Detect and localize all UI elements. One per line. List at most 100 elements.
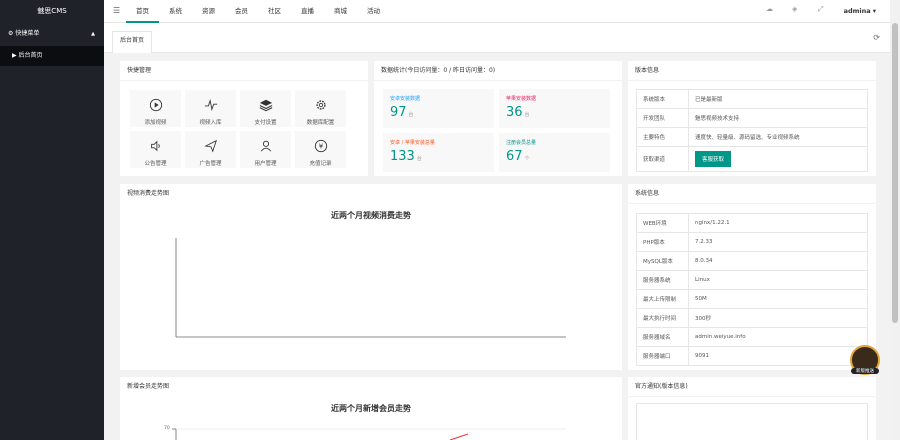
table-row: WEB环境 nginx/1.22.1 xyxy=(636,213,868,233)
nav-item-activity[interactable]: 活动 xyxy=(357,0,390,23)
top-nav: 首页 系统 资源 会员 社区 直播 商城 活动 xyxy=(126,0,390,23)
nav-item-live[interactable]: 直播 xyxy=(291,0,324,23)
stats-grid: 安卓安装数据 97 台 苹果安装数据 36 台 安卓 / 苹果安装总量 133 台 注… xyxy=(383,89,610,172)
get-from-support-button[interactable]: 客服获取 xyxy=(695,151,732,167)
quick-label: 视频入库 xyxy=(199,120,222,126)
sidebar-menu-label: 快捷菜单 xyxy=(15,30,40,37)
table-row: MySQL版本 8.0.34 xyxy=(636,251,868,271)
stat-label: 安卓 / 苹果安装总量 xyxy=(390,140,435,146)
sysinfo-panel-title: 系统信息 xyxy=(628,184,876,204)
page-scrollbar[interactable] xyxy=(890,0,900,440)
new-version-badge-label[interactable]: 新版推送 xyxy=(851,368,879,374)
sidebar: 魅思CMS ⚙ 快捷菜单 ▲ ▶ 后台首页 xyxy=(0,0,104,440)
stat-label: 苹果安装数据 xyxy=(506,96,537,102)
table-row: 系统版本 已是最新版 xyxy=(636,89,868,109)
fullscreen-icon[interactable]: ⤢ xyxy=(818,5,824,14)
quick-label: 公告管理 xyxy=(144,161,167,167)
stat-value: 97 xyxy=(390,105,407,120)
stats-panel-title: 数据统计(今日访问量：0 / 昨日访问量：0) xyxy=(374,61,622,81)
stat-total-installs: 安卓 / 苹果安装总量 133 台 xyxy=(383,133,494,172)
version-table: 系统版本 已是最新版 开发团队 魅思视频技术支持 主要特色 速度快、轻量级、源码留选、… xyxy=(636,89,868,172)
sidebar-item-home[interactable]: ▶ 后台首页 xyxy=(0,46,104,66)
quick-pay-settings[interactable]: 支付设置 xyxy=(240,90,291,127)
stat-value: 133 xyxy=(390,149,415,164)
stat-value: 36 xyxy=(506,105,523,120)
quick-grid: 添加视频 视频入库 支付设置 数据库配置 公告管理 广告管理 用户管理 ¥ 充值 xyxy=(130,90,346,168)
member-chart-panel: 新增会员走势图 近两个月新增会员走势 70 xyxy=(120,377,622,440)
table-row: 主要特色 速度快、轻量级、源码留选、专业视频系统 xyxy=(636,127,868,147)
notice-content xyxy=(636,403,868,440)
theme-icon[interactable]: ☁ xyxy=(766,5,773,13)
quick-panel: 快捷管理 添加视频 视频入库 支付设置 数据库配置 公告管理 广告管理 用户管理 xyxy=(120,61,368,176)
table-row: 服务器域名 admin.weiyue.info xyxy=(636,327,868,347)
quick-add-video[interactable]: 添加视频 xyxy=(130,90,181,127)
stats-panel: 数据统计(今日访问量：0 / 昨日访问量：0) 安卓安装数据 97 台 苹果安装数… xyxy=(374,61,622,176)
consume-chart-panel: 视频消费走势图 近两个月视频消费走势 xyxy=(120,184,622,370)
quick-label: 添加视频 xyxy=(144,120,167,126)
sidebar-item-label: 后台首页 xyxy=(18,52,43,59)
stat-unit: 台 xyxy=(408,112,414,118)
notice-panel-title: 官方通知(版本信息) xyxy=(628,377,876,397)
user-icon xyxy=(260,140,271,152)
logo: 魅思CMS xyxy=(0,0,104,22)
member-chart-axes xyxy=(172,428,566,440)
stat-unit: 台 xyxy=(416,156,422,162)
quick-users[interactable]: 用户管理 xyxy=(240,131,291,168)
table-row: PHP版本 7.2.33 xyxy=(636,232,868,252)
table-row: 获取渠道 客服获取 xyxy=(636,146,868,172)
quick-video-import[interactable]: 视频入库 xyxy=(185,90,236,127)
table-row: 最大执行时间 300秒 xyxy=(636,308,868,328)
speaker-icon xyxy=(150,140,160,152)
scrollbar-thumb[interactable] xyxy=(892,23,898,323)
consume-chart-axes xyxy=(175,238,566,338)
quick-db-config[interactable]: 数据库配置 xyxy=(295,90,346,127)
tab-home[interactable]: 后台首页 xyxy=(112,31,153,53)
quick-label: 支付设置 xyxy=(254,120,277,126)
version-panel-title: 版本信息 xyxy=(628,61,876,81)
quick-label: 广告管理 xyxy=(199,161,222,167)
stat-android: 安卓安装数据 97 台 xyxy=(383,89,494,128)
nav-item-home[interactable]: 首页 xyxy=(126,0,159,23)
quick-ads[interactable]: 广告管理 xyxy=(185,131,236,168)
yen-icon: ¥ xyxy=(314,139,327,153)
stat-value: 67 xyxy=(506,149,523,164)
notice-panel: 官方通知(版本信息) xyxy=(628,377,876,440)
play-icon xyxy=(149,98,162,112)
table-row: 服务器端口 9091 xyxy=(636,346,868,366)
version-panel: 版本信息 系统版本 已是最新版 开发团队 魅思视频技术支持 主要特色 速度快、轻量级、… xyxy=(628,61,876,176)
triangle-right-icon: ▶ xyxy=(12,52,17,59)
stat-unit: 台 xyxy=(524,112,530,118)
sidebar-menu-quick[interactable]: ⚙ 快捷菜单 ▲ xyxy=(0,22,104,46)
refresh-icon[interactable]: ⟳ xyxy=(873,33,880,42)
nav-item-member[interactable]: 会员 xyxy=(225,0,258,23)
tab-bar: 后台首页 ⟳ xyxy=(104,23,890,53)
top-bar: ☰ 首页 系统 资源 会员 社区 直播 商城 活动 ☁ ◈ ⤢ admina ▾ xyxy=(104,0,890,23)
quick-panel-title: 快捷管理 xyxy=(120,61,368,81)
gear-icon: ⚙ xyxy=(8,30,14,37)
send-icon xyxy=(203,139,217,153)
nav-item-resource[interactable]: 资源 xyxy=(192,0,225,23)
caret-up-icon: ▲ xyxy=(91,31,95,37)
quick-recharge[interactable]: ¥ 充值记录 xyxy=(295,131,346,168)
stat-label: 安卓安装数据 xyxy=(390,96,421,102)
quick-notice[interactable]: 公告管理 xyxy=(130,131,181,168)
quick-label: 用户管理 xyxy=(254,161,277,167)
table-row: 最大上传限制 50M xyxy=(636,289,868,309)
table-row: 开发团队 魅思视频技术支持 xyxy=(636,108,868,128)
table-row: 服务器系统 Linux xyxy=(636,270,868,290)
tag-icon[interactable]: ◈ xyxy=(792,5,797,13)
stat-members: 注册会员总量 67 个 xyxy=(499,133,610,172)
menu-toggle-icon[interactable]: ☰ xyxy=(113,6,120,15)
sysinfo-table: WEB环境 nginx/1.22.1 PHP版本 7.2.33 MySQL版本 8.0… xyxy=(636,213,868,366)
svg-text:¥: ¥ xyxy=(318,143,323,151)
layers-icon xyxy=(259,99,272,112)
nav-item-mall[interactable]: 商城 xyxy=(324,0,357,23)
nav-item-community[interactable]: 社区 xyxy=(258,0,291,23)
quick-label: 数据库配置 xyxy=(306,120,335,126)
caret-down-icon: ▾ xyxy=(872,7,876,15)
nav-item-system[interactable]: 系统 xyxy=(159,0,192,23)
stat-unit: 个 xyxy=(524,156,530,162)
stat-label: 注册会员总量 xyxy=(506,140,537,146)
user-menu[interactable]: admina ▾ xyxy=(844,0,876,23)
gear-icon xyxy=(315,100,326,110)
